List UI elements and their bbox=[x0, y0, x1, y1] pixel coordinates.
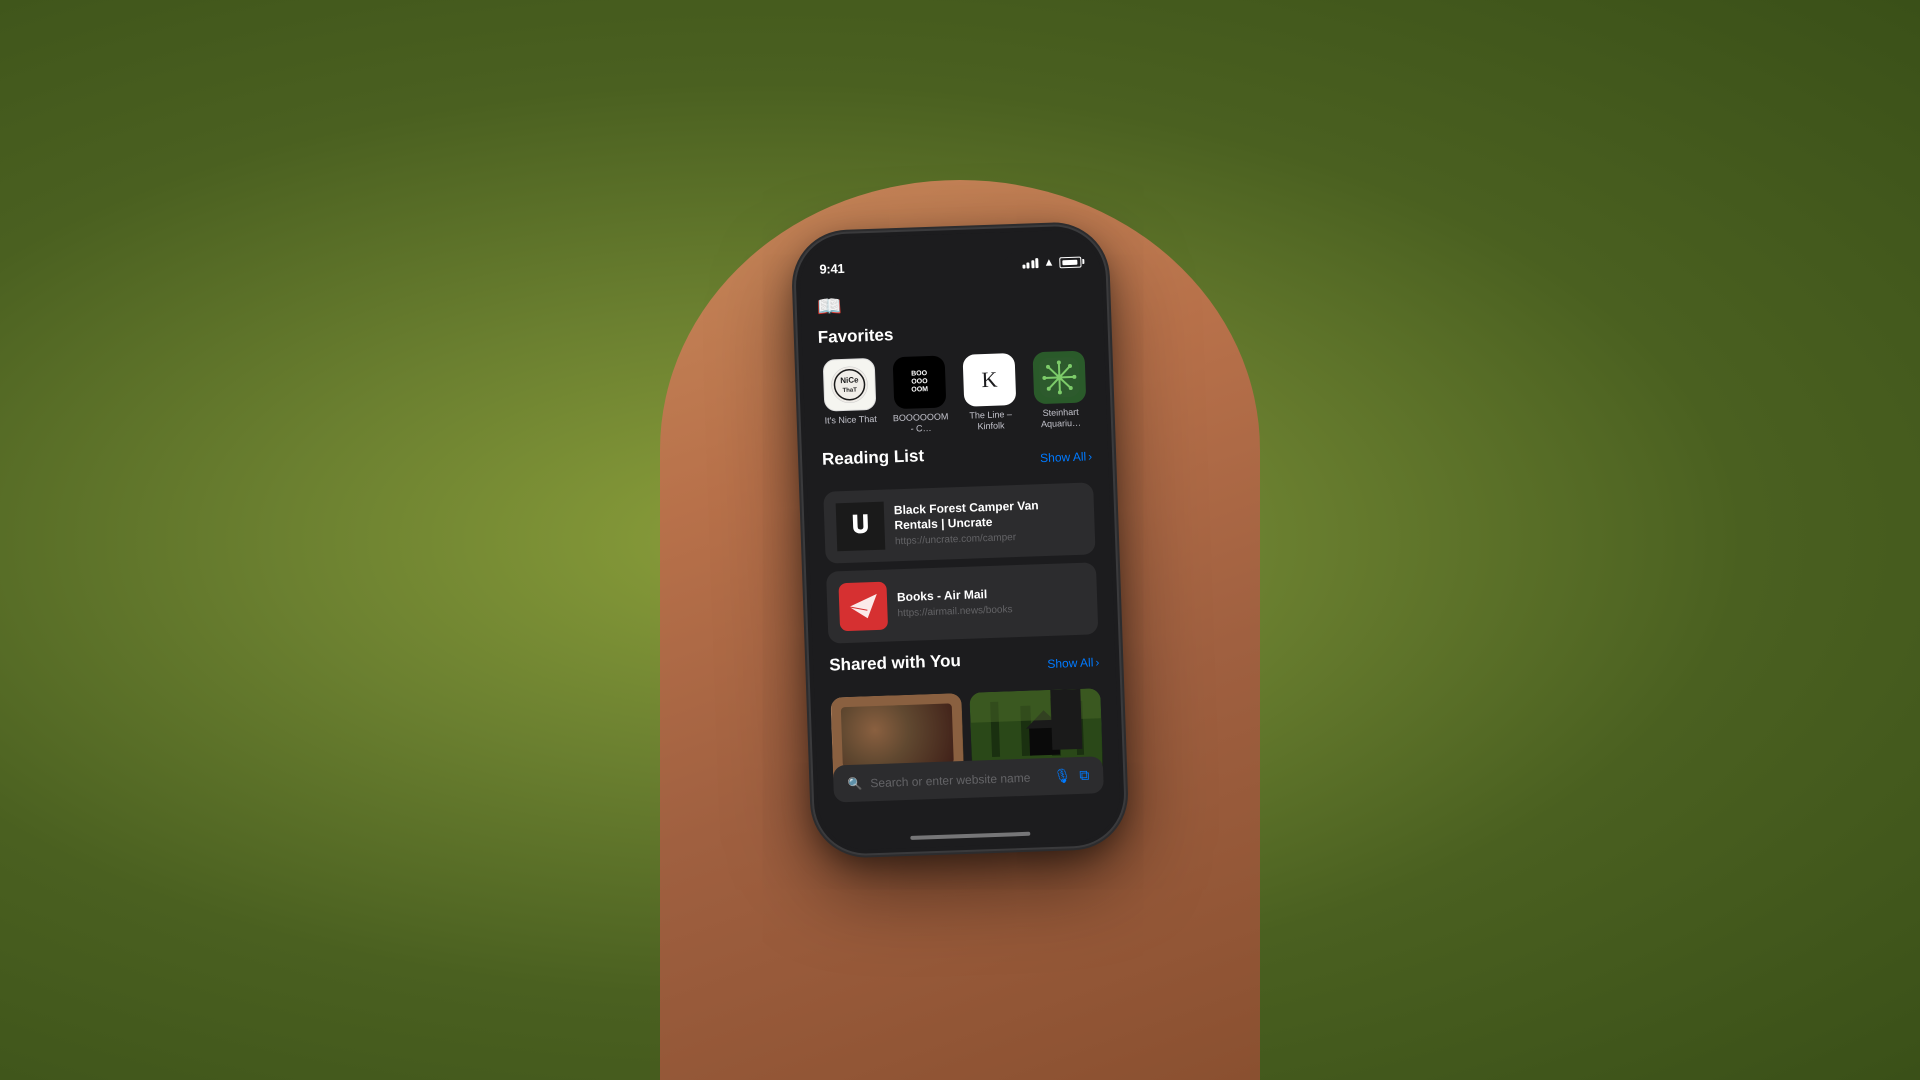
airmail-info: Books - Air Mail https://airmail.news/bo… bbox=[897, 584, 1086, 619]
book-icon: 📖 bbox=[816, 296, 842, 319]
signal-bars-icon bbox=[1022, 258, 1039, 269]
search-right-icons: 🎙 ⧉ bbox=[1053, 767, 1089, 785]
nice-that-logo-svg: NiCe ThaT bbox=[829, 364, 870, 405]
reading-item-uncrate[interactable]: 𝐔 Black Forest Camper Van Rentals | Uncr… bbox=[823, 482, 1095, 563]
steinhart-label: Steinhart Aquariu… bbox=[1030, 406, 1091, 430]
status-time: 9:41 bbox=[819, 261, 844, 277]
wifi-icon: ▲ bbox=[1043, 257, 1054, 269]
favorite-item-nice-that[interactable]: NiCe ThaT It's Nice That bbox=[819, 358, 882, 438]
signal-bar-1 bbox=[1022, 265, 1025, 269]
nice-that-label: It's Nice That bbox=[825, 414, 877, 427]
show-all-label: Show All bbox=[1040, 449, 1086, 465]
search-icon: 🔍 bbox=[847, 776, 862, 791]
favorites-section: Favorites NiCe ThaT bbox=[802, 318, 1108, 438]
home-indicator bbox=[910, 832, 1030, 840]
favorite-item-kinfolk[interactable]: K The Line – Kinfolk bbox=[959, 353, 1022, 433]
tabs-icon[interactable]: ⧉ bbox=[1079, 767, 1090, 784]
favorite-item-boooooom[interactable]: BOO OOO OOM BOOOOOOM - C… bbox=[889, 355, 952, 435]
battery-fill bbox=[1062, 259, 1077, 265]
reading-list-title: Reading List bbox=[822, 446, 925, 470]
shared-with-you-title: Shared with You bbox=[829, 651, 961, 676]
kinfolk-icon: K bbox=[963, 353, 1017, 407]
status-icons: ▲ bbox=[1022, 256, 1082, 270]
phone-frame: 9:41 ▲ bbox=[794, 225, 1125, 855]
reading-list-header: Reading List Show All › bbox=[822, 440, 1093, 481]
steinhart-icon bbox=[1032, 351, 1086, 405]
reading-list-show-all[interactable]: Show All › bbox=[1040, 449, 1092, 465]
steinhart-logo-svg bbox=[1039, 357, 1080, 398]
svg-text:NiCe: NiCe bbox=[840, 375, 859, 385]
favorites-grid: NiCe ThaT It's Nice That bbox=[819, 350, 1092, 437]
search-placeholder: Search or enter website name bbox=[870, 770, 1046, 790]
svg-text:ThaT: ThaT bbox=[842, 387, 857, 394]
boooooom-icon: BOO OOO OOM bbox=[893, 355, 947, 409]
microphone-icon[interactable]: 🎙 bbox=[1053, 767, 1071, 785]
uncrate-info: Black Forest Camper Van Rentals | Uncrat… bbox=[894, 496, 1083, 547]
signal-bar-2 bbox=[1026, 262, 1029, 268]
airmail-logo-svg bbox=[845, 587, 882, 624]
safari-content: 📖 Favorites NiCe bbox=[800, 273, 1122, 851]
signal-bar-3 bbox=[1031, 260, 1034, 268]
reading-list-section: Reading List Show All › 𝐔 bbox=[806, 439, 1115, 643]
signal-bar-4 bbox=[1035, 258, 1038, 268]
uncrate-thumbnail: 𝐔 bbox=[836, 501, 886, 551]
notch bbox=[884, 232, 1015, 267]
shared-with-you-header: Shared with You Show All › bbox=[829, 646, 1100, 687]
boooooom-label: BOOOOOOM - C… bbox=[891, 411, 952, 435]
chevron-right-icon: › bbox=[1088, 449, 1092, 463]
favorite-item-steinhart[interactable]: Steinhart Aquariu… bbox=[1028, 350, 1091, 430]
shared-show-all[interactable]: Show All › bbox=[1047, 655, 1099, 671]
nice-that-icon: NiCe ThaT bbox=[823, 358, 877, 412]
shared-show-all-label: Show All bbox=[1047, 655, 1093, 671]
phone-screen: 9:41 ▲ bbox=[798, 229, 1121, 851]
battery-icon bbox=[1059, 256, 1081, 268]
scene: 9:41 ▲ bbox=[0, 0, 1920, 1080]
reading-item-airmail[interactable]: Books - Air Mail https://airmail.news/bo… bbox=[826, 562, 1098, 643]
uncrate-logo: 𝐔 bbox=[836, 501, 886, 551]
shared-chevron-icon: › bbox=[1095, 655, 1099, 669]
kinfolk-label: The Line – Kinfolk bbox=[960, 409, 1021, 433]
uncrate-title: Black Forest Camper Van Rentals | Uncrat… bbox=[894, 496, 1083, 534]
boooooom-text: BOO OOO OOM bbox=[911, 371, 929, 395]
airmail-thumbnail bbox=[838, 581, 888, 631]
